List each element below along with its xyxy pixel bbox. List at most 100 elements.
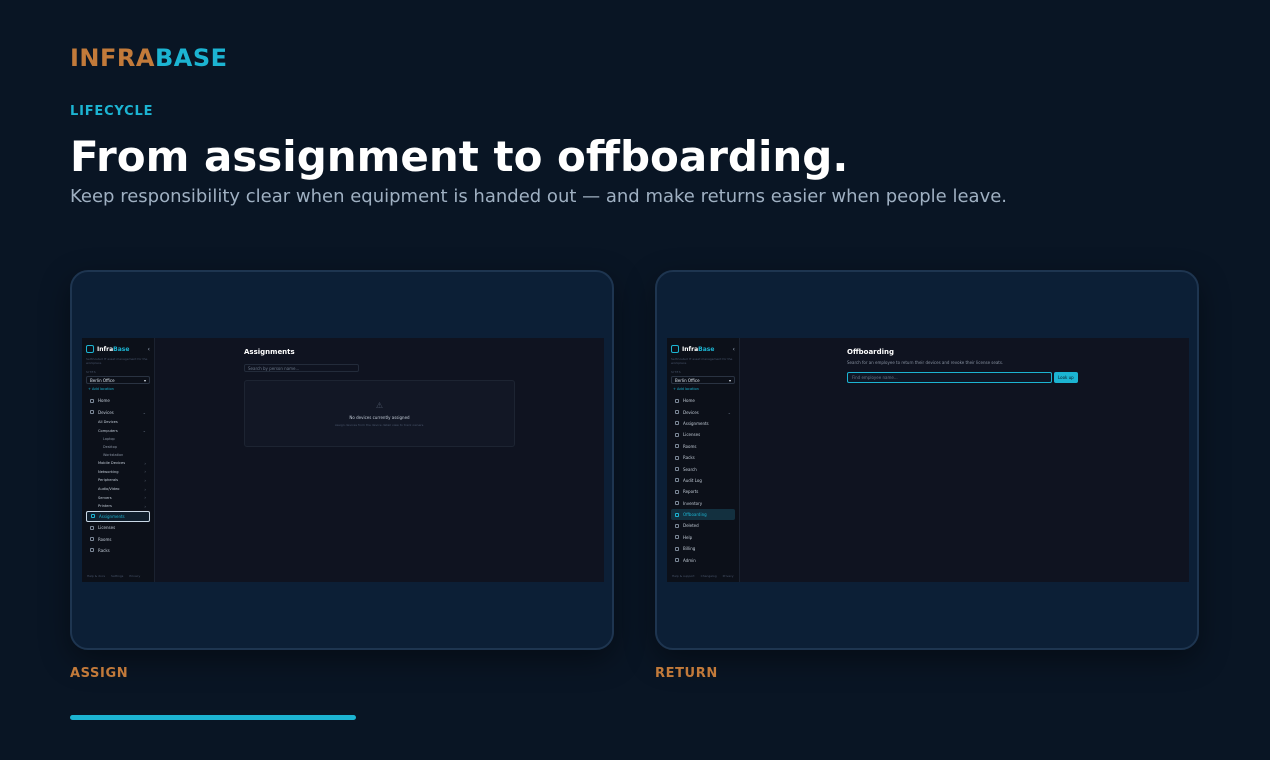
chevron-down-icon: ▾: [728, 377, 731, 383]
empty-state-title: No devices currently assigned: [349, 415, 410, 420]
reports-icon: [675, 489, 679, 494]
sidebar-item-all-devices[interactable]: All Devices: [86, 418, 150, 427]
sidebar-item-label: Licenses: [98, 525, 116, 531]
sidebar-item-audit-log[interactable]: Audit Log: [671, 475, 735, 486]
admin-icon: [675, 558, 679, 563]
sidebar-item-workstation[interactable]: Workstation: [86, 451, 150, 459]
offboarding-icon: [675, 512, 679, 517]
sidebar-item-licenses[interactable]: Licenses: [86, 522, 150, 533]
return-sidebar: Infra Base ‹ Self-hosted IT asset managem…: [667, 338, 740, 582]
site-label: SITES: [86, 370, 96, 374]
assign-card: Infra Base ‹ Self-hosted IT asset managem…: [70, 270, 614, 650]
audit-log-icon: [675, 478, 679, 483]
sidebar-item-networking[interactable]: Networking ›: [86, 468, 150, 477]
sidebar-item-desktop[interactable]: Desktop: [86, 443, 150, 451]
add-location-link[interactable]: + Add location: [673, 387, 735, 391]
look-up-button[interactable]: Look up: [1054, 372, 1078, 383]
site-select[interactable]: Berlin Office ▾: [86, 376, 150, 384]
page-title: Assignments: [244, 348, 295, 356]
sidebar-item-label: Search: [683, 466, 697, 472]
sidebar-item-assignments[interactable]: Assignments: [86, 510, 150, 522]
sidebar-item-label: Rooms: [98, 536, 112, 542]
sidebar-item-rooms[interactable]: Rooms: [671, 441, 735, 452]
sidebar-item-label: Devices: [98, 409, 114, 415]
chevron-icon: ›: [144, 477, 146, 483]
sidebar-item-label: Assignments: [99, 513, 125, 519]
sidebar-item-home[interactable]: Home: [671, 395, 735, 406]
sidebar-item-label: Peripherals: [98, 478, 119, 483]
brand-logo: INFRABASE: [70, 44, 228, 72]
rooms-icon: [675, 444, 679, 449]
sidebar-item-label: Networking: [98, 469, 119, 474]
footer-link[interactable]: Help & docs: [87, 574, 105, 578]
return-caption: RETURN: [655, 666, 718, 681]
help-icon: [675, 535, 679, 540]
return-app-screenshot: Infra Base ‹ Self-hosted IT asset managem…: [667, 338, 1189, 582]
sidebar-item-label: Home: [98, 398, 110, 404]
sidebar-item-label: Home: [683, 398, 695, 404]
app-logo: Infra Base ‹: [671, 344, 735, 354]
sidebar-item-devices[interactable]: Devices ⌄: [86, 406, 150, 417]
page-description: Search for an employee to return their d…: [847, 360, 1004, 365]
chevron-icon: ›: [144, 503, 146, 509]
site-select-value: Berlin Office: [90, 377, 115, 383]
sidebar-item-rooms[interactable]: Rooms: [86, 533, 150, 544]
sidebar-item-label: Admin: [683, 557, 696, 563]
sidebar-footer: Help & docs Settings Privacy: [87, 574, 140, 578]
sidebar-item-label: Workstation: [103, 452, 124, 457]
chevron-icon: ›: [144, 469, 146, 475]
sidebar-item-label: All Devices: [98, 420, 118, 425]
sidebar-item-label: Offboarding: [683, 512, 707, 518]
app-logo-infra: Infra: [682, 345, 699, 353]
sidebar-item-mobile-devices[interactable]: Mobile Devices ›: [86, 459, 150, 468]
employee-search-input[interactable]: Find employee name...: [847, 372, 1052, 383]
sidebar-item-racks[interactable]: Racks: [671, 452, 735, 463]
sidebar-item-computers[interactable]: Computers ⌄: [86, 426, 150, 435]
return-nav: Home Devices ⌄ Assignments Licenses Rooms Rack…: [671, 395, 735, 566]
sidebar-item-devices[interactable]: Devices ⌄: [671, 406, 735, 417]
section-headline: From assignment to offboarding.: [70, 132, 849, 181]
empty-state-description: Assign devices from the device detail vi…: [334, 423, 425, 427]
sidebar-item-search[interactable]: Search: [671, 463, 735, 474]
sidebar-item-racks[interactable]: Racks: [86, 545, 150, 556]
footer-link[interactable]: Privacy: [723, 574, 734, 578]
sidebar-item-reports[interactable]: Reports: [671, 486, 735, 497]
assignments-icon: [675, 421, 679, 426]
sidebar-item-peripherals[interactable]: Peripherals ›: [86, 476, 150, 485]
app-logo-base: Base: [698, 345, 715, 353]
sidebar-item-admin[interactable]: Admin: [671, 554, 735, 565]
sidebar-item-help[interactable]: Help: [671, 532, 735, 543]
sidebar-item-assignments[interactable]: Assignments: [671, 418, 735, 429]
racks-icon: [90, 548, 94, 553]
warning-icon: ⚠: [375, 401, 384, 410]
sidebar-footer: Help & support Changelog Privacy: [672, 574, 734, 578]
site-label: SITES: [671, 370, 681, 374]
footer-link[interactable]: Privacy: [129, 574, 140, 578]
sidebar-item-offboarding[interactable]: Offboarding: [671, 508, 735, 521]
footer-link[interactable]: Settings: [111, 574, 123, 578]
app-logo-base: Base: [113, 345, 130, 353]
footer-link[interactable]: Help & support: [672, 574, 695, 578]
sidebar-item-label: Audit Log: [683, 477, 702, 483]
sidebar-item-licenses[interactable]: Licenses: [671, 429, 735, 440]
collapse-chevron-icon[interactable]: ‹: [148, 346, 150, 353]
sidebar-item-label: Licenses: [683, 432, 701, 438]
search-input[interactable]: Search by person name...: [244, 364, 359, 372]
add-location-link[interactable]: + Add location: [88, 387, 150, 391]
sidebar-item-home[interactable]: Home: [86, 395, 150, 406]
sidebar-item-audio-video[interactable]: Audio/Video ›: [86, 485, 150, 494]
cube-icon: [671, 345, 679, 353]
site-select[interactable]: Berlin Office ▾: [671, 376, 735, 384]
chevron-icon: ›: [144, 460, 146, 466]
collapse-chevron-icon[interactable]: ‹: [733, 346, 735, 353]
sidebar-item-billing[interactable]: Billing: [671, 543, 735, 554]
sidebar-item-laptop[interactable]: Laptop: [86, 435, 150, 443]
sidebar-item-servers[interactable]: Servers ›: [86, 493, 150, 502]
sidebar-item-inventory[interactable]: Inventory: [671, 498, 735, 509]
brand-part-base: BASE: [154, 44, 228, 72]
footer-link[interactable]: Changelog: [701, 574, 717, 578]
assign-caption: ASSIGN: [70, 666, 129, 681]
sidebar-item-deleted[interactable]: Deleted: [671, 520, 735, 531]
sidebar-item-label: Rooms: [683, 443, 697, 449]
sidebar-item-printers[interactable]: Printers ›: [86, 502, 150, 511]
